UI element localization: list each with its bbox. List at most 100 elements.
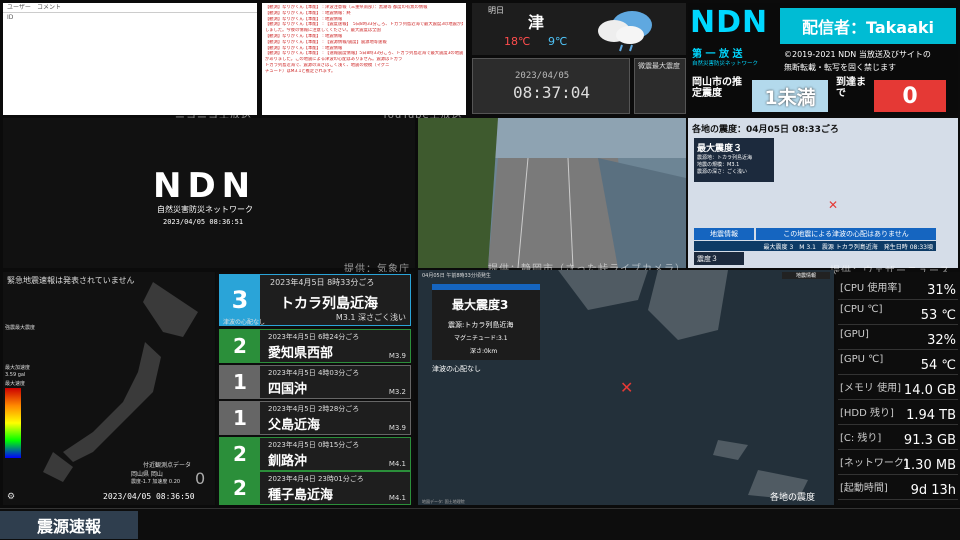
ndn-big-time: 2023/04/05 08:36:51 [163,218,244,226]
eq-list-item[interactable]: 2 2023年4月5日 6時24分ごろ 愛知県西部 M3.9 [219,329,411,363]
max-intensity-label: 微震最大震度 [638,62,680,70]
eq-list-item[interactable]: 1 2023年4月5日 4時03分ごろ 四国沖 M3.2 [219,365,411,399]
station-title: 付近観測点データ [143,462,192,469]
sys-label: [ネットワーク] [840,458,908,469]
sys-row-gpu: [GPU] 32% [838,326,958,350]
eq-list-item[interactable]: 3 2023年4月5日 8時33分ごろ トカラ列島近海 津波の心配なし M3.1… [219,274,411,326]
sys-label: [HDD 残り] [840,408,894,419]
clock-time: 08:37:04 [513,83,591,102]
eq-list-item[interactable]: 1 2023年4月5日 2時28分ごろ 父島近海 M3.9 [219,401,411,435]
legend-max-velocity: 最大速度 [5,381,26,387]
eq-date: 2023年4月4日 23時01分ごろ [268,475,364,483]
sys-value: 53 ℃ [920,308,956,323]
comment-col-user: ユーザーID [7,4,31,21]
eq-top-header: 各地の震度：04月05日 08:33ごろ [692,125,839,135]
gear-icon[interactable]: ⚙ [7,492,15,502]
streamer-name: 配信者：Takaaki [780,8,956,44]
eq-top-depth: 震源の深さ：ごく浅い [697,169,748,175]
bottom-bar: 震源速報 [0,508,960,540]
eq-top-max: 最大震度３ [697,144,743,154]
sys-value: 54 ℃ [920,358,956,373]
station-values: 震度-1.7 加速度 0.20 [131,479,181,485]
eq-area: 種子島近海 [268,488,334,503]
copyright-line1: ©2019-2021 NDN 当放送及びサイトの [784,50,931,59]
comment-header: ユーザーID コメント [3,3,257,21]
estimated-intensity-label: 岡山市の推定震度 [692,77,742,99]
eq-top-bottom-int: 震度３ [694,252,744,265]
eq-top-info-label: 地震情報 [694,228,754,240]
ndn-sub1: 第 一 放 送 [692,49,743,60]
weather-day: 明日 [488,6,504,15]
eq-magnitude: M4.1 [388,460,406,468]
sys-label: [起動時間] [840,483,888,494]
ndn-sub2: 自然災害防災ネットワーク [692,61,759,67]
legend-max-accel: 最大加速度 [5,365,31,371]
estimated-intensity-value: 1未満 [752,80,828,112]
clock-date: 2023/04/05 [515,71,570,81]
eq-top-box: 最大震度３ 震源地：トカラ列島近海 地震の規模：M3.1 震源の深さ：ごく浅い [694,138,774,182]
sea-map-credit: 地図データ: 国土地理院 [422,499,465,504]
eq-top-tsunami: この地震による津波の心配はありません [756,228,936,240]
sea-map-tsunami: 津波の心配なし [432,365,481,373]
sea-map-depth: 深さ:0km [470,348,498,355]
eq-magnitude: M4.1 [388,494,406,502]
chat-line: チュード）はM3.1と推定されます。 [265,68,336,74]
epicenter-marker-icon: ✕ [828,198,839,212]
station-intensity: 0 [195,469,206,488]
cloud-rain-icon [598,11,652,52]
eq-intensity: 2 [220,438,260,470]
earthquake-list: 3 2023年4月5日 8時33分ごろ トカラ列島近海 津波の心配なし M3.1… [216,272,414,505]
sys-value: 91.3 GB [903,433,956,448]
eq-magnitude: M3.1 深さごく浅い [335,313,406,322]
sys-value: 1.30 MB [902,458,956,473]
weather-low: 9℃ [548,35,568,48]
system-monitor: [CPU 使用率] 31% [CPU ℃] 53 ℃ [GPU] 32% [GP… [836,272,960,505]
map-time: 2023/04/05 08:36:50 [103,492,195,501]
ndn-logo: NDN [690,5,769,40]
sys-row-gpu-temp: [GPU ℃] 54 ℃ [838,351,958,375]
max-intensity-panel: 微震最大震度 [634,58,686,114]
clock-panel: 2023/04/05 08:37:04 [472,58,630,114]
sea-map-epicenter: 震源:トカラ列島近海 [448,321,514,329]
ndn-info-panel: NDN 配信者：Takaaki 第 一 放 送 自然災害防災ネットワーク ©20… [688,3,958,115]
sea-map-magnitude: マグニチュード:3.1 [454,335,508,342]
sys-label: [CPU 使用率] [840,283,902,294]
eq-date: 2023年4月5日 4時03分ごろ [268,369,360,377]
sea-map-max: 最大震度3 [452,298,509,312]
weather-panel: 明日 津 18℃ 9℃ [472,3,686,55]
sys-value: 14.0 GB [903,383,956,398]
sys-value: 32% [927,333,956,348]
sys-label: [GPU ℃] [840,354,884,365]
eq-top-ticker: 最大震度 3 M 3.1 震源 トカラ列島近海 発生日時 08:33頃 [694,241,936,251]
eq-area: 釧路沖 [268,454,308,469]
weather-city: 津 [528,13,545,32]
sys-row-network: [ネットワーク] 1.30 MB [838,451,958,475]
eq-top-magnitude: 地震の規模：M3.1 [697,162,740,168]
station-name: 岡山県 岡山 [131,471,163,478]
legend-title: 強震最大震度 [5,325,36,331]
sys-value: 31% [927,283,956,298]
chat-lines: 【観測】なりかくん【本能】 : 津波注意報（三重県南部）：黒潮等 都度の有無の情… [265,5,463,75]
sys-label: [CPU ℃] [840,304,883,315]
eq-date: 2023年4月5日 6時24分ごろ [268,333,360,341]
eq-top-epicenter: 震源地：トカラ列島近海 [697,155,753,161]
legend-accel-value: 3.59 gal [5,372,26,378]
sea-map-card: 最大震度3 震源:トカラ列島近海 マグニチュード:3.1 深さ:0km [432,284,540,360]
sys-row-memory: [メモリ 使用] 14.0 GB [838,376,958,400]
eq-intensity: 2 [220,472,260,504]
sys-row-c-drive: [C: 残り] 91.3 GB [838,426,958,450]
eq-date: 2023年4月5日 0時15分ごろ [268,441,360,449]
eq-magnitude: M3.2 [388,388,406,396]
bottom-title: 震源速報 [0,511,138,539]
eq-list-item[interactable]: 2 2023年4月4日 23時01分ごろ 種子島近海 M4.1 [219,471,411,505]
eq-area: 父島近海 [268,418,321,433]
japan-seismic-map: 緊急地震速報は発表されていません 強震最大震度 最大加速度 3.59 gal 最… [3,272,215,505]
japan-map-shape [43,282,198,482]
eq-tsunami: 津波の心配なし [223,319,266,326]
eq-magnitude: M3.9 [388,352,406,360]
eq-list-item[interactable]: 2 2023年4月5日 0時15分ごろ 釧路沖 M4.1 [219,437,411,471]
sea-map-header: 04月05日 午前8時33分頃発生 [422,273,491,279]
eq-intensity: 1 [220,402,260,434]
arrival-label: 到達まで [836,77,866,99]
sea-map-corner: 地震情報 [782,272,830,279]
